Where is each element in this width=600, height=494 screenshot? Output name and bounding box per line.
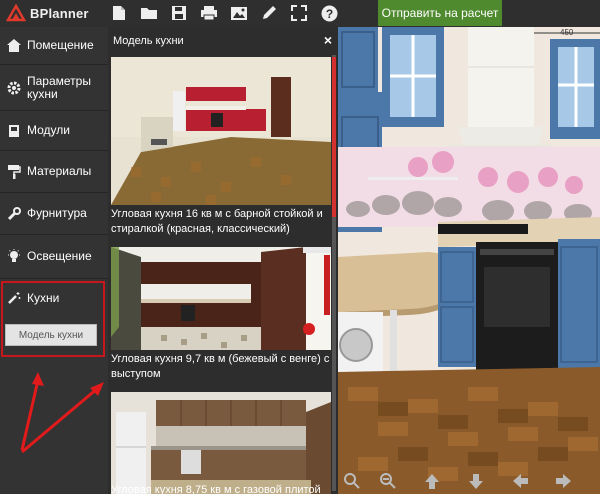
sidebar-item-materials[interactable]: Материалы	[0, 151, 108, 193]
app-window: BPlanner ? Отправить на расчет Помещение…	[0, 0, 600, 494]
bplanner-logo-icon	[5, 3, 27, 22]
zoom-out-icon[interactable]	[378, 471, 398, 491]
print-icon[interactable]	[200, 4, 218, 22]
sidebar-item-modules[interactable]: Модули	[0, 111, 108, 151]
panel-title: Модель кухни	[113, 35, 184, 47]
sidebar-item-room[interactable]: Помещение	[0, 27, 108, 65]
fullscreen-icon[interactable]	[290, 4, 308, 22]
zoom-in-icon[interactable]	[342, 471, 362, 491]
module-icon	[3, 124, 25, 138]
send-for-calculation-button[interactable]: Отправить на расчет	[378, 0, 502, 26]
arrow-left-icon[interactable]	[510, 471, 530, 491]
sidebar-item-lighting[interactable]: Освещение	[0, 235, 108, 279]
close-icon[interactable]: ×	[324, 32, 332, 48]
sidebar-item-label: Параметры кухни	[27, 73, 91, 101]
arrow-right-icon[interactable]	[554, 471, 574, 491]
sidebar-item-hardware[interactable]: Фурнитура	[0, 193, 108, 235]
sidebar-item-label: Модули	[27, 123, 70, 137]
arrow-up-icon[interactable]	[422, 471, 442, 491]
open-folder-icon[interactable]	[140, 4, 158, 22]
panel-header: Модель кухни ×	[108, 27, 338, 53]
house-icon	[3, 39, 25, 52]
kitchen-3d-view[interactable]: 450	[338, 27, 600, 494]
kitchen-model-caption-2[interactable]: Угловая кухня 9,7 кв м (бежевый с венге)…	[111, 352, 333, 382]
kitchen-model-thumbnail-1[interactable]	[111, 57, 331, 205]
help-icon[interactable]: ?	[320, 4, 338, 22]
app-logo[interactable]: BPlanner	[5, 3, 89, 22]
svg-text:?: ?	[325, 7, 332, 21]
arrow-down-icon[interactable]	[466, 471, 486, 491]
sidebar-item-label: Освещение	[27, 249, 92, 263]
kitchen-model-thumbnail-2[interactable]	[111, 247, 331, 350]
panel-scrollbar-thumb[interactable]	[332, 57, 336, 217]
kitchen-model-thumbnail-3[interactable]	[111, 392, 331, 494]
pencil-icon[interactable]	[260, 4, 278, 22]
wrench-icon	[3, 206, 25, 221]
new-file-icon[interactable]	[110, 4, 128, 22]
save-icon[interactable]	[170, 4, 188, 22]
dimension-label: 450	[560, 28, 574, 37]
sidebar-item-label: Фурнитура	[27, 206, 87, 220]
app-name: BPlanner	[30, 5, 89, 21]
sidebar-item-label: Материалы	[27, 164, 92, 178]
sidebar: Помещение Параметры кухни Модули Материа…	[0, 27, 108, 494]
paint-roller-icon	[3, 164, 25, 179]
top-toolbar: BPlanner ? Отправить на расчет	[0, 0, 600, 27]
scene-navigation-controls	[338, 468, 600, 494]
kitchen-model-caption-3[interactable]: Угловая кухня 8,75 кв м с газовой плитой	[111, 483, 333, 494]
image-icon[interactable]	[230, 4, 248, 22]
lightbulb-icon	[3, 248, 25, 265]
kitchen-model-button[interactable]: Модель кухни	[5, 324, 97, 346]
gear-icon	[3, 81, 25, 95]
kitchen-model-caption-1[interactable]: Угловая кухня 16 кв м с барной стойкой и…	[111, 207, 333, 237]
kitchen-model-panel: Модель кухни × Угловая кухня 16 кв м с б…	[108, 27, 338, 494]
sidebar-item-label: Помещение	[27, 38, 94, 52]
sidebar-item-kitchen-params[interactable]: Параметры кухни	[0, 65, 108, 111]
